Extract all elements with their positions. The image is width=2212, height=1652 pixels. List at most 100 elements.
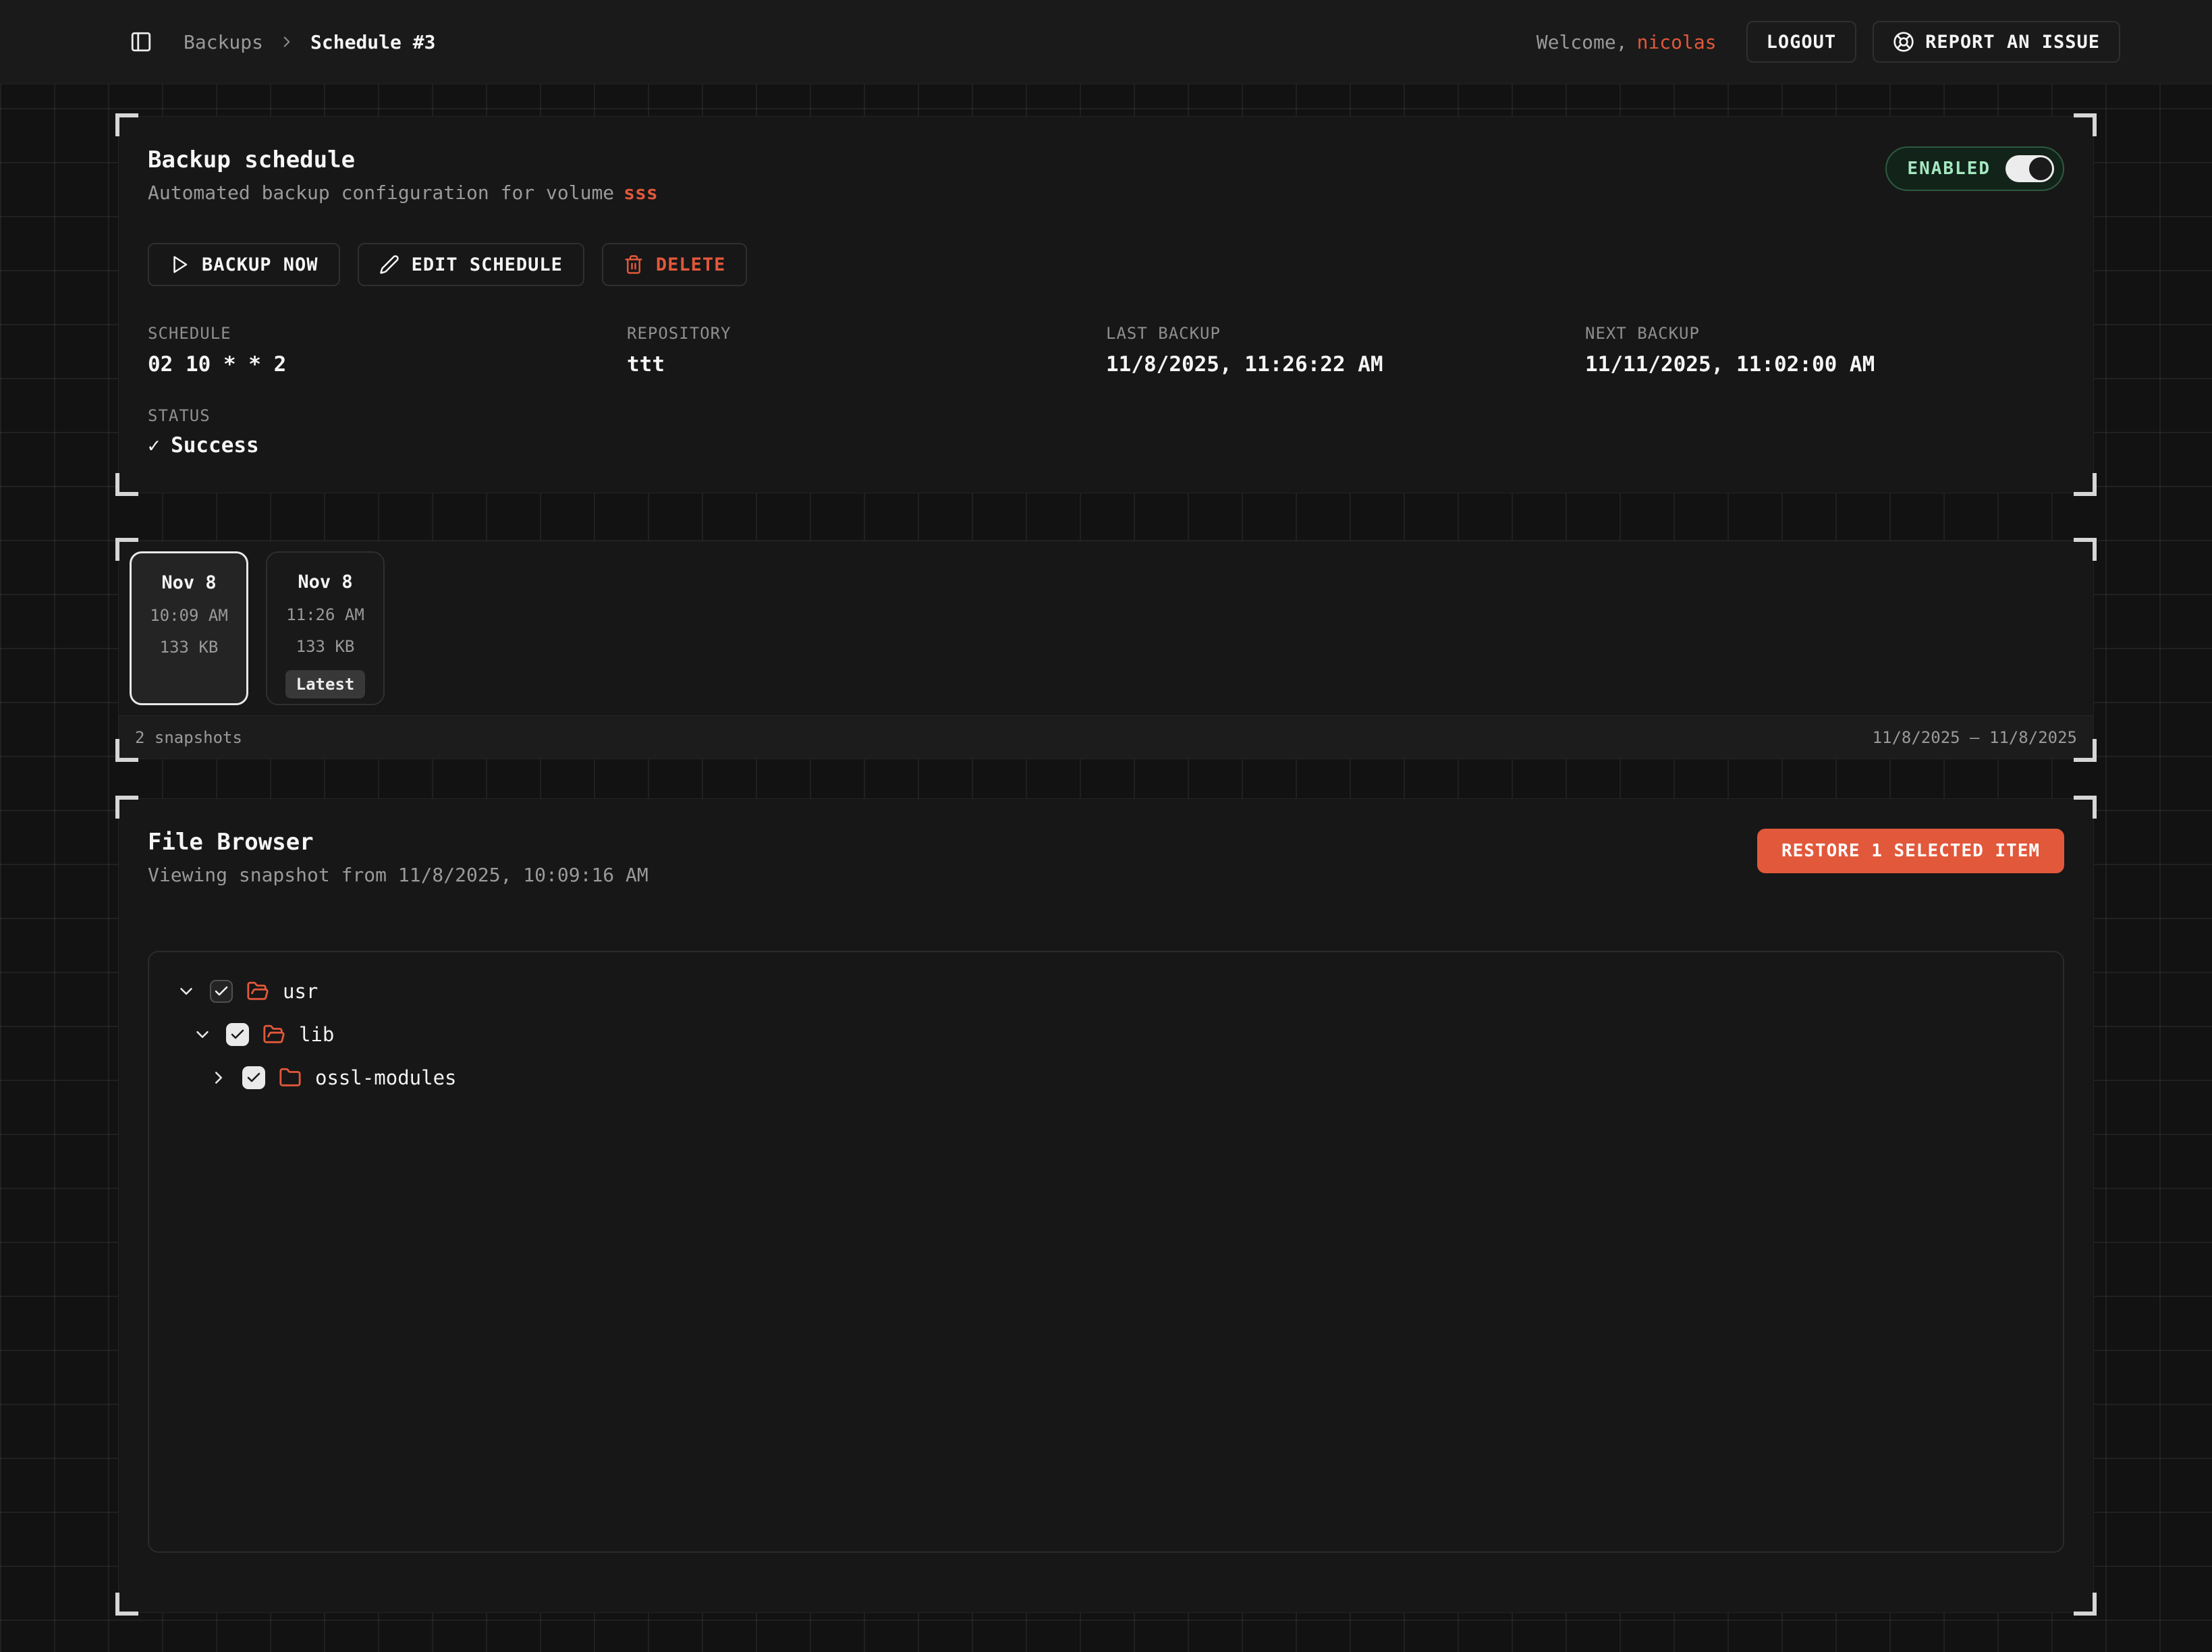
sidebar-toggle-button[interactable] <box>130 30 153 53</box>
breadcrumb-parent-link[interactable]: Backups <box>184 31 263 53</box>
snapshot-card-list: Nov 8 10:09 AM 133 KB Nov 8 11:26 AM 133… <box>119 541 2093 715</box>
file-browser-subtitle: Viewing snapshot from 11/8/2025, 10:09:1… <box>148 864 648 886</box>
backup-schedule-panel: Backup schedule Automated backup configu… <box>118 116 2094 493</box>
snapshots-panel: Nov 8 10:09 AM 133 KB Nov 8 11:26 AM 133… <box>118 541 2094 759</box>
volume-name: sss <box>624 182 658 204</box>
snapshot-date: Nov 8 <box>298 572 352 593</box>
corner-bracket <box>115 1593 138 1616</box>
snapshot-time: 11:26 AM <box>286 605 364 624</box>
snapshot-date: Nov 8 <box>161 572 216 593</box>
panel-title: Backup schedule <box>148 146 658 173</box>
corner-bracket <box>2074 473 2097 496</box>
report-issue-button[interactable]: REPORT AN ISSUE <box>1873 21 2120 63</box>
toggle-switch[interactable] <box>2006 155 2054 182</box>
field-value: 11/8/2025, 11:26:22 AM <box>1106 352 1585 377</box>
corner-bracket <box>115 473 138 496</box>
logout-button[interactable]: LOGOUT <box>1746 21 1857 63</box>
schedule-fields: SCHEDULE 02 10 * * 2 REPOSITORY ttt LAST… <box>148 324 2064 377</box>
field-value: 02 10 * * 2 <box>148 352 627 377</box>
snapshot-count: 2 snapshots <box>135 728 242 747</box>
backup-now-label: BACKUP NOW <box>202 254 319 275</box>
corner-bracket <box>2074 739 2097 762</box>
welcome-prefix: Welcome, <box>1537 31 1628 53</box>
file-browser-panel: File Browser Viewing snapshot from 11/8/… <box>118 798 2094 1613</box>
file-browser-title: File Browser <box>148 829 648 856</box>
corner-bracket <box>2074 538 2097 561</box>
life-buoy-icon <box>1893 31 1914 53</box>
edit-schedule-label: EDIT SCHEDULE <box>412 254 563 275</box>
tree-row-lib[interactable]: lib <box>149 1013 2063 1056</box>
corner-bracket <box>2074 796 2097 819</box>
snapshot-date-range: 11/8/2025 – 11/8/2025 <box>1873 728 2077 747</box>
snapshot-size: 133 KB <box>160 638 219 657</box>
panel-subtitle: Automated backup configuration for volum… <box>148 182 658 204</box>
main-content: Backup schedule Automated backup configu… <box>0 84 2212 1613</box>
snapshot-time: 10:09 AM <box>150 606 228 625</box>
field-last-backup: LAST BACKUP 11/8/2025, 11:26:22 AM <box>1106 324 1585 377</box>
folder-open-icon <box>246 980 269 1003</box>
toggle-knob <box>2029 157 2052 180</box>
corner-bracket <box>2074 113 2097 136</box>
enabled-toggle-label: ENABLED <box>1907 159 1991 179</box>
tree-item-label: lib <box>299 1023 334 1046</box>
field-label: SCHEDULE <box>148 324 627 343</box>
tree-item-label: usr <box>283 980 318 1003</box>
delete-label: DELETE <box>656 254 726 275</box>
file-browser-heading: File Browser Viewing snapshot from 11/8/… <box>148 829 648 886</box>
corner-bracket <box>115 538 138 561</box>
tree-row-ossl-modules[interactable]: ossl-modules <box>149 1056 2063 1099</box>
play-icon <box>169 254 190 275</box>
enabled-toggle[interactable]: ENABLED <box>1885 146 2064 191</box>
topbar-left: Backups Schedule #3 <box>130 30 435 53</box>
snapshot-card[interactable]: Nov 8 10:09 AM 133 KB <box>130 551 248 705</box>
field-repository: REPOSITORY ttt <box>627 324 1106 377</box>
schedule-heading: Backup schedule Automated backup configu… <box>148 146 658 204</box>
status-value: ✓ Success <box>148 433 2064 458</box>
checkbox-checked[interactable] <box>242 1066 265 1089</box>
folder-open-icon <box>262 1023 285 1046</box>
topbar: Backups Schedule #3 Welcome, nicolas LOGO… <box>0 0 2212 84</box>
restore-button[interactable]: RESTORE 1 SELECTED ITEM <box>1757 829 2064 873</box>
chevron-down-icon[interactable] <box>176 981 196 1001</box>
latest-badge: Latest <box>285 670 366 698</box>
corner-bracket <box>115 796 138 819</box>
status-text: Success <box>171 433 259 458</box>
status-label: STATUS <box>148 406 2064 425</box>
folder-closed-icon <box>279 1066 302 1089</box>
corner-bracket <box>2074 1593 2097 1616</box>
chevron-down-icon[interactable] <box>192 1024 213 1045</box>
file-tree: usr lib <box>148 951 2064 1553</box>
schedule-actions: BACKUP NOW EDIT SCHEDULE DELETE <box>148 243 2064 286</box>
edit-schedule-button[interactable]: EDIT SCHEDULE <box>358 243 584 286</box>
welcome-text: Welcome, nicolas <box>1537 31 1717 53</box>
checkbox-checked[interactable] <box>226 1023 249 1046</box>
backup-now-button[interactable]: BACKUP NOW <box>148 243 340 286</box>
tree-item-label: ossl-modules <box>315 1066 457 1089</box>
field-value: 11/11/2025, 11:02:00 AM <box>1585 352 2064 377</box>
snapshot-size: 133 KB <box>296 637 355 656</box>
pencil-icon <box>379 254 399 275</box>
corner-bracket <box>115 113 138 136</box>
check-icon: ✓ <box>148 434 160 458</box>
corner-bracket <box>115 739 138 762</box>
chevron-right-icon[interactable] <box>209 1068 229 1088</box>
snapshot-card[interactable]: Nov 8 11:26 AM 133 KB Latest <box>266 551 385 705</box>
field-value: ttt <box>627 352 1106 377</box>
field-next-backup: NEXT BACKUP 11/11/2025, 11:02:00 AM <box>1585 324 2064 377</box>
tree-row-usr[interactable]: usr <box>149 970 2063 1013</box>
breadcrumb-current: Schedule #3 <box>310 31 435 53</box>
subtitle-prefix: Automated backup configuration for volum… <box>148 182 614 204</box>
delete-button[interactable]: DELETE <box>602 243 748 286</box>
topbar-right: Welcome, nicolas LOGOUT REPORT AN ISSUE <box>1537 21 2120 63</box>
chevron-right-icon <box>278 33 296 51</box>
breadcrumb: Backups Schedule #3 <box>184 31 435 53</box>
logout-button-label: LOGOUT <box>1767 32 1837 53</box>
panel-left-icon <box>130 30 153 53</box>
field-label: REPOSITORY <box>627 324 1106 343</box>
checkbox-checked[interactable] <box>210 980 233 1003</box>
username: nicolas <box>1637 31 1717 53</box>
field-label: LAST BACKUP <box>1106 324 1585 343</box>
report-issue-button-label: REPORT AN ISSUE <box>1925 32 2100 53</box>
field-label: NEXT BACKUP <box>1585 324 2064 343</box>
field-status: STATUS ✓ Success <box>148 406 2064 458</box>
